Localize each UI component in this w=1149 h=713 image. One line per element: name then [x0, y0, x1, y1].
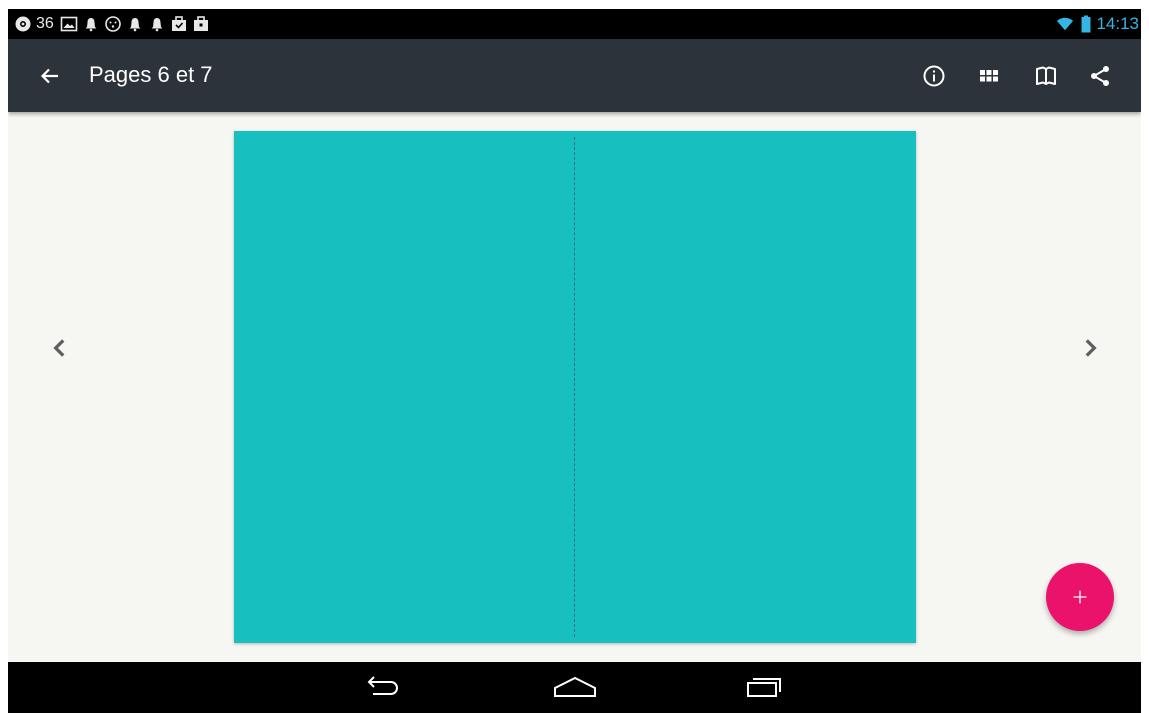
back-nav-icon[interactable] — [358, 670, 408, 704]
arrow-back-icon[interactable] — [36, 62, 64, 90]
clock: 14:13 — [1096, 14, 1139, 33]
grid-icon[interactable] — [975, 62, 1003, 90]
share-icon[interactable] — [1086, 62, 1114, 90]
bell-icon — [80, 13, 102, 35]
system-nav-bar — [8, 662, 1141, 713]
chevron-right-icon[interactable] — [1070, 321, 1110, 375]
bell-icon — [124, 13, 146, 35]
picture-icon — [58, 13, 80, 35]
plus-icon — [1073, 590, 1087, 604]
briefcase-icon — [190, 13, 212, 35]
info-icon[interactable] — [920, 62, 948, 90]
page-spread[interactable] — [234, 131, 916, 643]
app-toolbar: Pages 6 et 7 — [8, 39, 1141, 112]
book-icon[interactable] — [1032, 62, 1060, 90]
home-nav-icon[interactable] — [550, 670, 600, 704]
add-button[interactable] — [1046, 563, 1114, 631]
wifi-icon — [1054, 13, 1076, 35]
briefcase-icon — [168, 13, 190, 35]
notification-count: 36 — [36, 15, 54, 32]
notification-area: 36 — [12, 9, 212, 39]
recents-nav-icon[interactable] — [739, 670, 789, 704]
bell-icon — [146, 13, 168, 35]
page-fold-divider — [574, 137, 575, 637]
device-screen: 36 14:13 Pages 6 et 7 — [8, 9, 1141, 713]
battery-icon — [1080, 13, 1092, 35]
face-icon — [102, 13, 124, 35]
chevron-left-icon[interactable] — [40, 321, 80, 375]
status-bar: 36 14:13 — [8, 9, 1141, 39]
page-title: Pages 6 et 7 — [89, 62, 213, 87]
app-icon — [12, 13, 34, 35]
system-status: 14:13 — [1054, 9, 1139, 39]
